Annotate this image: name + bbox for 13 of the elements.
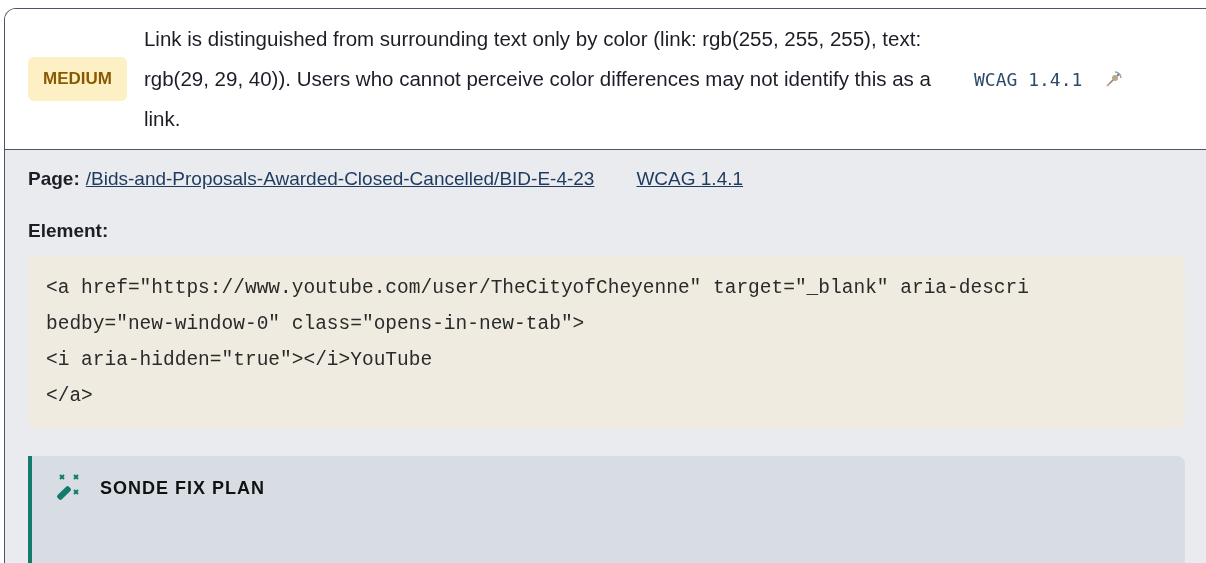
page-label: Page: [28,168,80,190]
element-label: Element: [28,220,109,242]
code-line: bedby="new-window-0" class="opens-in-new-tab"> [46,312,586,337]
satellite-icon [1104,69,1125,89]
code-line: <a href="https://www.youtube.com/user/TheCityofCheyenne" target="_blank" aria-descri [46,276,1030,301]
severity-badge: MEDIUM [28,57,127,101]
criterion-code: WCAG 1.4.1 [973,68,1083,90]
page-link[interactable]: /Bids-and-Proposals-Awarded-Closed-Cancelled/BID-E-4-23 [85,168,595,190]
fix-plan-title: SONDE FIX PLAN [100,478,265,499]
issue-description: Link is distinguished from surrounding text only by color (link: rgb(255, 255, 255), text: rgb(29, 29, 40)). Users who cannot perceive color differences may not identify this as a link. [143,26,932,132]
code-line: </a> [46,384,94,409]
criterion-link[interactable]: WCAG 1.4.1 [636,168,744,190]
code-line: <i aria-hidden="true"></i>YouTube [46,348,434,373]
